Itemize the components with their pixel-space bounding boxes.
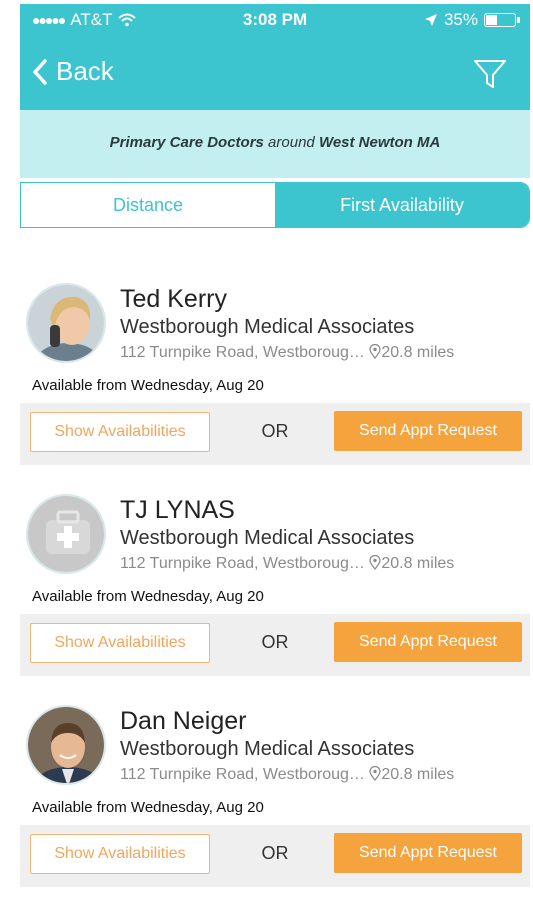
distance-text: 20.8 miles [381, 555, 455, 572]
address-text: 112 Turnpike Road, Westboroug… [120, 766, 365, 783]
app-screen: ●●●●● AT&T 3:08 PM 35% Back Primary Care… [20, 4, 530, 902]
address-line: 112 Turnpike Road, Westboroug… 20.8 mile… [120, 555, 525, 573]
address-line: 112 Turnpike Road, Westboroug… 20.8 mile… [120, 344, 525, 362]
distance-text: 20.8 miles [381, 766, 455, 783]
location-arrow-icon [424, 14, 437, 26]
filter-icon[interactable] [472, 56, 508, 92]
back-label: Back [56, 56, 114, 86]
specialty-label: Primary Care Doctors [109, 134, 264, 151]
send-appt-request-button[interactable]: Send Appt Request [334, 833, 522, 873]
back-button[interactable]: Back [32, 56, 114, 87]
practice-name: Westborough Medical Associates [120, 527, 415, 549]
address-text: 112 Turnpike Road, Westboroug… [120, 344, 365, 361]
doctor-card[interactable]: Ted Kerry Westborough Medical Associates… [20, 228, 530, 465]
address-text: 112 Turnpike Road, Westboroug… [120, 555, 365, 572]
avatar [26, 283, 106, 363]
availability-text: Available from Wednesday, Aug 20 [32, 588, 264, 605]
address-line: 112 Turnpike Road, Westboroug… 20.8 mile… [120, 766, 525, 784]
or-label: OR [261, 843, 289, 863]
status-right: 35% [424, 10, 520, 30]
nav-bar: Back [20, 52, 530, 98]
location-label: West Newton MA [318, 134, 441, 151]
map-pin-icon [369, 555, 381, 570]
practice-name: Westborough Medical Associates [120, 738, 415, 760]
availability-text: Available from Wednesday, Aug 20 [32, 377, 264, 394]
practice-name: Westborough Medical Associates [120, 316, 415, 338]
sort-segmented-control: Distance First Availability [20, 182, 530, 228]
battery-percent: 35% [443, 10, 478, 29]
header: ●●●●● AT&T 3:08 PM 35% Back [20, 4, 530, 110]
status-bar: ●●●●● AT&T 3:08 PM 35% [20, 4, 530, 34]
show-availabilities-button[interactable]: Show Availabilities [30, 834, 210, 874]
connector-label: around [268, 134, 315, 151]
doctor-name: Ted Kerry [120, 285, 227, 313]
tab-distance[interactable]: Distance [21, 183, 275, 227]
doctor-card[interactable]: Dan Neiger Westborough Medical Associate… [20, 650, 530, 887]
doctor-name: TJ LYNAS [120, 496, 235, 524]
card-actions: Show Availabilities OR Send Appt Request [20, 825, 530, 887]
doctor-card[interactable]: TJ LYNAS Westborough Medical Associates … [20, 439, 530, 676]
search-query: Primary Care Doctors around West Newton … [20, 134, 530, 151]
avatar-placeholder [26, 494, 106, 574]
tab-first-availability[interactable]: First Availability [275, 183, 529, 227]
distance-text: 20.8 miles [381, 344, 455, 361]
avatar [26, 705, 106, 785]
doctor-name: Dan Neiger [120, 707, 247, 735]
map-pin-icon [369, 344, 381, 359]
search-summary: Primary Care Doctors around West Newton … [20, 110, 530, 178]
map-pin-icon [369, 766, 381, 781]
battery-icon [484, 13, 520, 27]
chevron-left-icon [33, 58, 47, 85]
availability-text: Available from Wednesday, Aug 20 [32, 799, 264, 816]
